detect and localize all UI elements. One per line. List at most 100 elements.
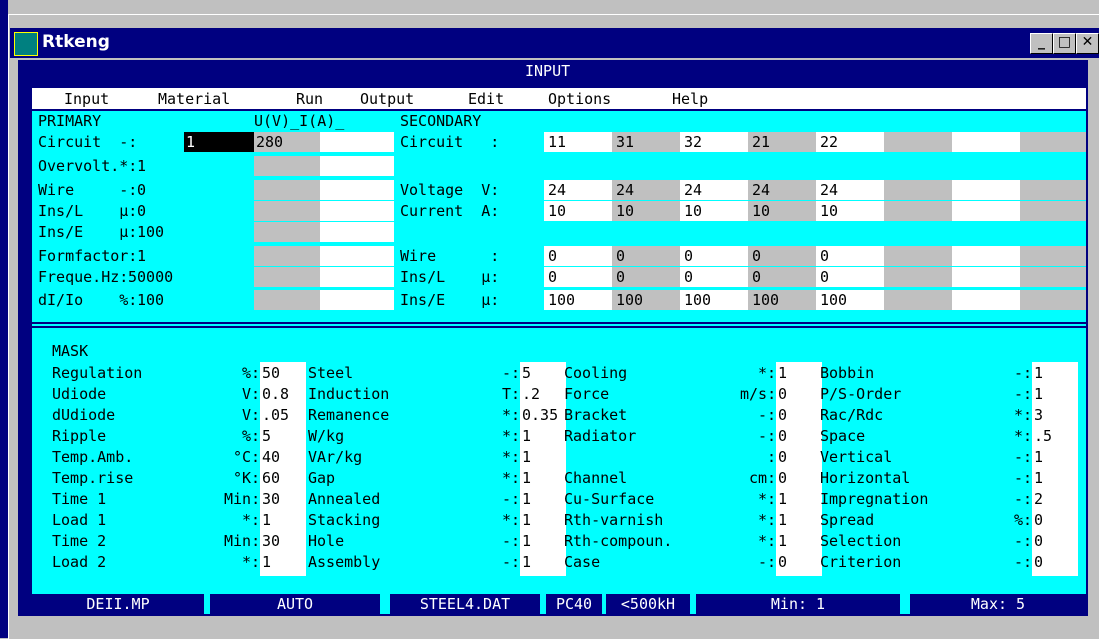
secondary-label: Voltage V: bbox=[400, 181, 500, 199]
secondary-value-field[interactable]: 10 bbox=[752, 202, 770, 220]
minimize-button[interactable]: _ bbox=[1030, 33, 1053, 54]
mask-value-field[interactable]: 40 bbox=[262, 448, 280, 466]
status-text: PC40 bbox=[555, 595, 593, 613]
secondary-value-field[interactable]: 21 bbox=[752, 133, 770, 151]
primary-value-field[interactable]: 100 bbox=[137, 291, 164, 309]
mask-value-field[interactable]: 1 bbox=[778, 490, 787, 508]
secondary-value-field[interactable]: 10 bbox=[548, 202, 566, 220]
mask-value-field[interactable]: 50 bbox=[262, 364, 280, 382]
mask-value-field[interactable]: 1 bbox=[1034, 385, 1043, 403]
mask-value-field[interactable]: 5 bbox=[522, 364, 531, 382]
mask-value-field[interactable]: 1 bbox=[778, 532, 787, 550]
primary-value-field[interactable]: 50000 bbox=[128, 268, 173, 286]
secondary-value-field[interactable]: 24 bbox=[752, 181, 770, 199]
mask-value-field[interactable]: 3 bbox=[1034, 406, 1043, 424]
primary-uv-value[interactable]: 280 bbox=[256, 133, 283, 151]
mask-value-field[interactable]: 0 bbox=[778, 553, 787, 571]
mask-value-field[interactable]: 0 bbox=[778, 427, 787, 445]
mask-value-field[interactable]: 0 bbox=[778, 406, 787, 424]
mask-value-field[interactable]: 0 bbox=[1034, 532, 1043, 550]
secondary-value-field[interactable]: 100 bbox=[752, 291, 779, 309]
menu-item-run[interactable]: Run bbox=[296, 90, 323, 108]
secondary-value-field[interactable]: 0 bbox=[616, 247, 625, 265]
primary-value-field[interactable]: 0 bbox=[137, 202, 146, 220]
secondary-value-field[interactable]: 24 bbox=[616, 181, 634, 199]
primary-extra-cell bbox=[320, 201, 394, 221]
mask-value-field[interactable]: 30 bbox=[262, 490, 280, 508]
primary-value-field[interactable]: 0 bbox=[137, 181, 146, 199]
mask-value-field[interactable]: 1 bbox=[522, 553, 531, 571]
mask-value-field[interactable]: .2 bbox=[522, 385, 540, 403]
secondary-value-field[interactable]: 0 bbox=[616, 268, 625, 286]
mask-value-field[interactable]: 60 bbox=[262, 469, 280, 487]
secondary-value-field[interactable]: 10 bbox=[820, 202, 838, 220]
secondary-value-field[interactable]: 10 bbox=[684, 202, 702, 220]
secondary-value-field[interactable]: 0 bbox=[752, 247, 761, 265]
mask-label: Cu-Surface bbox=[564, 490, 655, 508]
menu-item-input[interactable]: Input bbox=[64, 90, 109, 108]
primary-value-field[interactable]: 1 bbox=[186, 133, 195, 151]
mask-value-field[interactable]: 30 bbox=[262, 532, 280, 550]
mask-value-field[interactable]: 0.8 bbox=[262, 385, 289, 403]
primary-value-field[interactable]: 100 bbox=[137, 223, 164, 241]
mask-value-field[interactable]: 1 bbox=[522, 490, 531, 508]
maximize-button[interactable]: □ bbox=[1053, 33, 1076, 54]
mask-value-field[interactable]: 0 bbox=[1034, 553, 1043, 571]
secondary-value-field[interactable]: 32 bbox=[684, 133, 702, 151]
close-button[interactable]: ✕ bbox=[1076, 33, 1099, 54]
mask-label: Assembly bbox=[308, 553, 381, 571]
secondary-value-field[interactable]: 0 bbox=[820, 247, 829, 265]
primary-value-field[interactable]: 1 bbox=[137, 247, 146, 265]
mask-value-field[interactable]: 5 bbox=[262, 427, 271, 445]
menu-item-output[interactable]: Output bbox=[360, 90, 414, 108]
mask-value-field[interactable]: 2 bbox=[1034, 490, 1043, 508]
secondary-value-field[interactable]: 10 bbox=[616, 202, 634, 220]
mask-value-field[interactable]: 1 bbox=[522, 532, 531, 550]
mask-value-field[interactable]: 1 bbox=[1034, 448, 1043, 466]
menu-item-options[interactable]: Options bbox=[548, 90, 611, 108]
menu-item-material[interactable]: Material bbox=[158, 90, 230, 108]
mask-value-field[interactable]: 1 bbox=[778, 364, 787, 382]
secondary-value-field[interactable]: 0 bbox=[684, 247, 693, 265]
mask-value-field[interactable]: 0 bbox=[778, 385, 787, 403]
secondary-value-field[interactable]: 0 bbox=[684, 268, 693, 286]
secondary-value-field[interactable]: 24 bbox=[820, 181, 838, 199]
secondary-value-field[interactable]: 0 bbox=[752, 268, 761, 286]
secondary-value-field[interactable]: 24 bbox=[684, 181, 702, 199]
mask-value-field[interactable]: .05 bbox=[262, 406, 289, 424]
secondary-value-field[interactable]: 0 bbox=[548, 268, 557, 286]
secondary-value-field[interactable]: 22 bbox=[820, 133, 838, 151]
mask-value-field[interactable]: 1 bbox=[1034, 469, 1043, 487]
primary-uv-cell bbox=[254, 267, 320, 287]
mask-value-field[interactable]: 1 bbox=[1034, 364, 1043, 382]
mask-value-field[interactable]: 0 bbox=[778, 469, 787, 487]
secondary-value-field[interactable]: 24 bbox=[548, 181, 566, 199]
secondary-value-field[interactable]: 0 bbox=[820, 268, 829, 286]
mask-value-field[interactable]: 0.35 bbox=[522, 406, 558, 424]
secondary-value-field[interactable]: 100 bbox=[684, 291, 711, 309]
menu-item-help[interactable]: Help bbox=[672, 90, 708, 108]
menu-item-edit[interactable]: Edit bbox=[468, 90, 504, 108]
mask-value-field[interactable]: 1 bbox=[778, 511, 787, 529]
mask-value-field[interactable]: 1 bbox=[522, 511, 531, 529]
secondary-value-field[interactable]: 100 bbox=[548, 291, 575, 309]
mask-unit: m/s: bbox=[740, 385, 777, 403]
secondary-value-field[interactable]: 31 bbox=[616, 133, 634, 151]
window-title: Rtkeng bbox=[42, 32, 110, 52]
secondary-value-field[interactable]: 100 bbox=[616, 291, 643, 309]
mask-unit: -: bbox=[1014, 532, 1033, 550]
mask-value-field[interactable]: 1 bbox=[262, 553, 271, 571]
mask-value-field[interactable]: 1 bbox=[522, 469, 531, 487]
mask-value-field[interactable]: 1 bbox=[522, 448, 531, 466]
primary-value-field[interactable]: 1 bbox=[137, 157, 146, 175]
mask-unit: T: bbox=[502, 385, 521, 403]
mask-value-field[interactable]: 0 bbox=[1034, 511, 1043, 529]
secondary-value-field[interactable]: 11 bbox=[548, 133, 566, 151]
mask-value-field[interactable]: .5 bbox=[1034, 427, 1052, 445]
mask-value-field[interactable]: 1 bbox=[522, 427, 531, 445]
mask-unit: *: bbox=[502, 469, 521, 487]
mask-value-field[interactable]: 0 bbox=[778, 448, 787, 466]
secondary-value-field[interactable]: 100 bbox=[820, 291, 847, 309]
mask-value-field[interactable]: 1 bbox=[262, 511, 271, 529]
secondary-value-field[interactable]: 0 bbox=[548, 247, 557, 265]
